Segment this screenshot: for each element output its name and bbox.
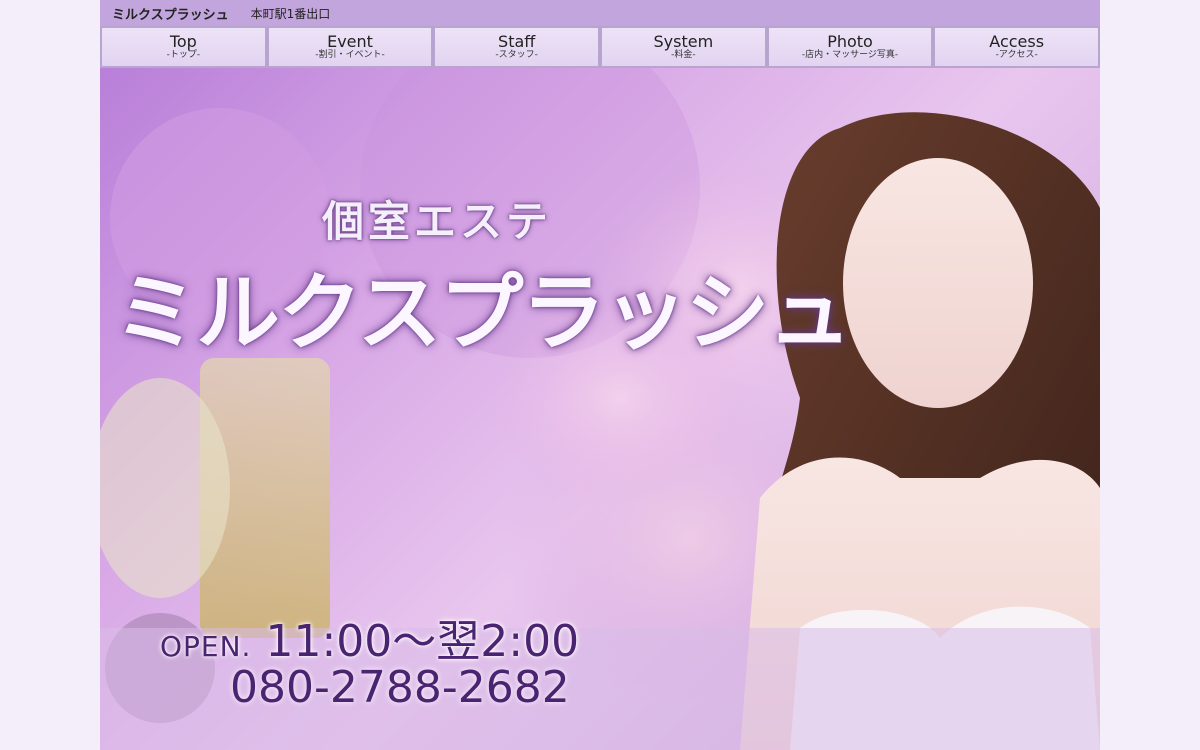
- nav-staff[interactable]: Staff -スタッフ-: [434, 27, 600, 67]
- nav-sublabel: -アクセス-: [995, 50, 1038, 60]
- nav-sublabel: -トップ-: [166, 50, 201, 60]
- nav-label: Event: [327, 32, 373, 51]
- nav-label: System: [653, 32, 714, 51]
- top-bar: ミルクスプラッシュ 本町駅1番出口: [100, 0, 1100, 26]
- nav-system[interactable]: System -料金-: [601, 27, 766, 67]
- nav-photo[interactable]: Photo -店内・マッサージ写真-: [767, 27, 933, 67]
- nav-label: Staff: [498, 32, 536, 51]
- nav-sublabel: -店内・マッサージ写真-: [801, 50, 899, 60]
- nav-label: Photo: [827, 32, 873, 51]
- open-time: 11:00〜翌2:00: [265, 616, 580, 667]
- nav-label: Access: [989, 32, 1045, 51]
- nav-sublabel: -料金-: [671, 50, 696, 60]
- main-nav: Top -トップ- Event -割引・イベント- Staff -スタッフ- S…: [100, 26, 1100, 68]
- opening-hours: OPEN. 11:00〜翌2:00: [160, 605, 579, 669]
- page: ミルクスプラッシュ 本町駅1番出口 Top -トップ- Event -割引・イベ…: [100, 0, 1100, 750]
- hero-brand-title: ミルクスプラッシュ: [114, 263, 851, 362]
- nav-label: Top: [169, 32, 197, 51]
- hero-tagline: 個室エステ: [322, 197, 553, 246]
- phone-number[interactable]: 080-2788-2682: [230, 662, 570, 713]
- nav-event[interactable]: Event -割引・イベント-: [267, 27, 433, 67]
- model-face: [843, 158, 1033, 408]
- open-label: OPEN.: [160, 630, 252, 663]
- nav-top[interactable]: Top -トップ-: [101, 27, 266, 67]
- station-info: 本町駅1番出口: [250, 6, 331, 21]
- nav-sublabel: -スタッフ-: [495, 50, 538, 60]
- shop-name[interactable]: ミルクスプラッシュ: [112, 4, 229, 23]
- nav-access[interactable]: Access -アクセス-: [934, 27, 1100, 67]
- nav-sublabel: -割引・イベント-: [315, 50, 385, 60]
